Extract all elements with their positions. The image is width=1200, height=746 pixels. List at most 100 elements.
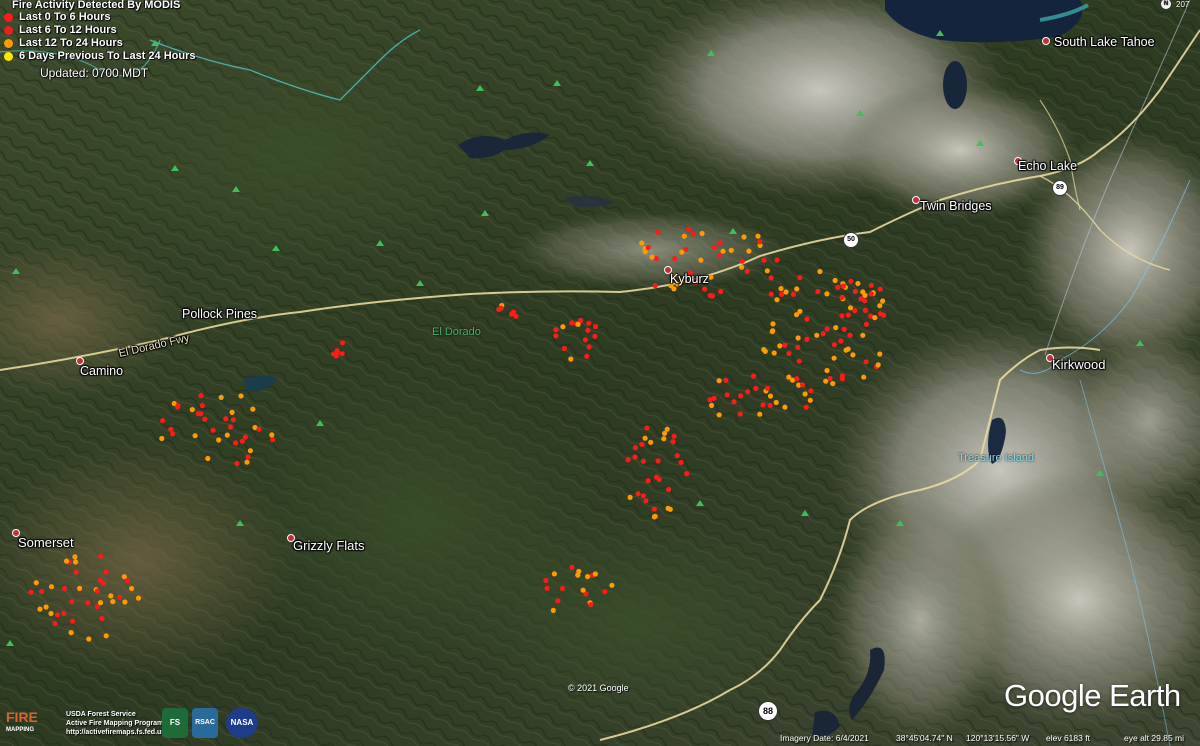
fire-detection-dot [160, 418, 166, 424]
fire-detection-dot [724, 392, 730, 398]
fire-detection-dot [877, 303, 883, 309]
fire-detection-dot [239, 438, 245, 444]
fire-detection-dot [230, 417, 236, 423]
fire-detection-dot [560, 324, 566, 330]
fire-detection-dot [627, 494, 633, 500]
place-kirkwood[interactable]: Kirkwood [1046, 354, 1105, 372]
fire-detection-dot [256, 426, 262, 432]
fire-detection-dot [218, 394, 224, 400]
orange-dot-icon [4, 39, 13, 48]
elevation: elev 6183 ft [1046, 733, 1090, 743]
compass[interactable]: N 207 [1160, 0, 1200, 12]
satellite-map[interactable]: Fire Activity Detected By MODIS Last 0 T… [0, 0, 1200, 746]
fire-detection-dot [553, 327, 559, 333]
fire-detection-dot [800, 382, 806, 388]
fire-detection-dot [841, 326, 847, 332]
fire-detection-dot [804, 336, 810, 342]
fire-detection-dot [755, 233, 761, 239]
fire-detection-dot [103, 569, 109, 575]
fire-detection-dot [745, 389, 751, 395]
fire-detection-dot [586, 320, 592, 326]
fire-detection-dot [121, 574, 127, 580]
fire-detection-dot [774, 257, 780, 263]
fire-detection-dot [510, 309, 516, 315]
fire-detection-dot [679, 249, 685, 255]
fire-detection-dot [661, 436, 667, 442]
fire-detection-dot [823, 378, 829, 384]
fire-detection-dot [331, 351, 337, 357]
fire-detection-dot [877, 351, 883, 357]
fire-detection-dot [110, 599, 116, 605]
status-bar: Imagery Date: 6/4/2021 38°45'04.74" N 12… [770, 733, 1200, 746]
fire-detection-dot [28, 589, 34, 595]
fire-detection-dot [124, 578, 130, 584]
place-pollock-pines[interactable]: Pollock Pines [182, 307, 257, 321]
fire-detection-dot [860, 332, 866, 338]
fire-detection-dot [672, 256, 678, 262]
fire-detection-dot [632, 445, 639, 451]
fire-detection-dot [205, 455, 211, 462]
fire-detection-dot [640, 458, 647, 464]
fire-detection-dot [746, 248, 752, 254]
fire-detection-dot [270, 437, 276, 443]
fire-detection-dot [709, 402, 715, 408]
fire-detection-dot [847, 305, 854, 311]
fire-detection-dot [847, 332, 853, 338]
fire-detection-dot [592, 333, 598, 339]
fire-detection-dot [496, 306, 502, 313]
fire-detection-dot [761, 347, 767, 353]
fire-detection-dot [72, 554, 78, 560]
fire-detection-dot [717, 240, 723, 246]
fire-detection-dot [814, 332, 820, 338]
fire-detection-dot [108, 593, 114, 599]
fire-detection-dot [54, 612, 61, 618]
place-grizzly-flats[interactable]: Grizzly Flats [287, 534, 365, 553]
fire-detection-dot [863, 321, 870, 327]
fire-detection-dot [684, 471, 690, 477]
fire-detection-dot [778, 286, 784, 292]
fire-detection-dot [569, 564, 575, 570]
legend-label: 6 Days Previous To Last 24 Hours [19, 50, 196, 62]
fire-detection-dot [795, 335, 801, 341]
fire-detection-dot [37, 606, 43, 612]
fire-detection-dot [582, 337, 589, 343]
fire-detection-dot [820, 331, 826, 337]
fire-detection-dot [872, 315, 878, 321]
fire-detection-dot [592, 571, 599, 577]
north-icon: N [1160, 0, 1172, 10]
fire-detection-dot [790, 291, 797, 297]
fire-detection-dot [838, 338, 844, 344]
fire-detection-dot [63, 558, 70, 564]
fire-detection-dot [632, 454, 638, 460]
fire-detection-dot [786, 350, 792, 356]
fire-detection-dot [779, 291, 785, 297]
place-south-lake-tahoe[interactable]: South Lake Tahoe [1042, 35, 1155, 49]
fire-detection-dot [129, 585, 135, 592]
fire-detection-dot [738, 393, 744, 399]
fire-detection-dot [569, 320, 575, 326]
fire-detection-dot [68, 630, 74, 636]
place-echo-lake[interactable]: Echo Lake [1014, 157, 1077, 173]
place-twin-bridges[interactable]: Twin Bridges [912, 196, 992, 213]
fire-detection-dot [773, 399, 779, 406]
fire-detection-dot [686, 226, 692, 232]
fire-detection-dot [824, 367, 830, 374]
fire-detection-dot [85, 600, 91, 606]
place-camino[interactable]: Camino [76, 357, 123, 378]
place-somerset[interactable]: Somerset [12, 529, 74, 550]
fire-detection-dot [808, 388, 814, 394]
fire-detection-dot [651, 514, 658, 520]
fire-detection-dot [739, 258, 745, 264]
fire-detection-dot [774, 297, 780, 303]
fire-detection-dot [94, 588, 100, 594]
fire-detection-dot [198, 393, 204, 399]
fire-detection-dot [744, 268, 750, 274]
fire-detection-dot [242, 434, 248, 440]
fire-detection-dot [817, 268, 823, 275]
place-kyburz[interactable]: Kyburz [664, 266, 709, 286]
fire-detection-dot [584, 353, 590, 359]
legend-label: Last 0 To 6 Hours [19, 11, 111, 23]
fire-detection-dot [192, 433, 198, 439]
forest-service-shield-icon: FS [162, 708, 188, 738]
ca-89-shield-icon: 89 [1052, 180, 1068, 196]
